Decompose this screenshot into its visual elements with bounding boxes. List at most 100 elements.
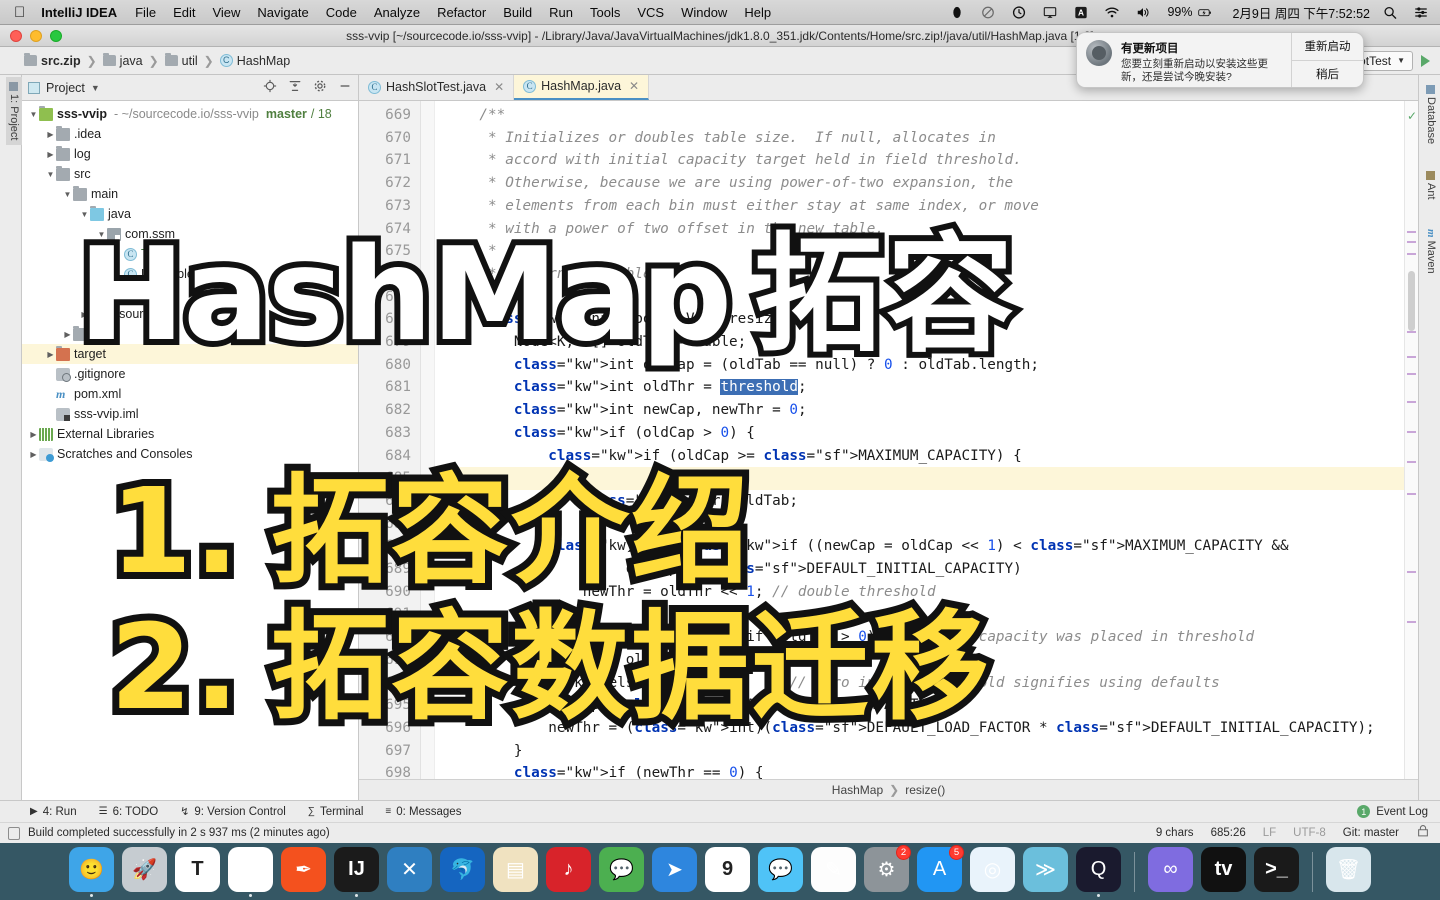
- editor-tab-hashslottest[interactable]: C HashSlotTest.java ✕: [359, 74, 515, 100]
- messages-icon[interactable]: 💬: [758, 846, 803, 892]
- sublime-text-icon[interactable]: ≫: [1023, 846, 1068, 892]
- project-panel-title[interactable]: Project: [46, 81, 85, 95]
- dock-item-system-preferences[interactable]: 2 ⚙: [864, 844, 911, 897]
- finder-icon[interactable]: 🙂: [69, 846, 114, 892]
- tree-item-scratches-and-consoles[interactable]: ▶ Scratches and Consoles: [22, 444, 358, 464]
- dock-item-terminal[interactable]: >_: [1254, 846, 1299, 897]
- tool-button-version-control[interactable]: ↯ 9: Version Control: [180, 805, 286, 819]
- editor-scrollbar-thumb[interactable]: [1408, 271, 1415, 331]
- quicktime-player-icon[interactable]: Q: [1076, 846, 1121, 892]
- system-update-notification[interactable]: 有更新项目 您要立刻重新启动以安装这些更新，还是尝试今晚安装? 重新启动 稍后: [1076, 32, 1364, 88]
- editor-breadcrumb-class[interactable]: HashMap: [832, 783, 883, 797]
- trash-icon[interactable]: 🗑: [1326, 846, 1371, 892]
- build-icon[interactable]: [8, 826, 20, 840]
- breadcrumb-item-srczip[interactable]: src.zip: [41, 54, 81, 68]
- close-icon[interactable]: ✕: [494, 80, 504, 94]
- status-vcs-branch[interactable]: Git: master: [1343, 827, 1399, 839]
- dock-item-wechat[interactable]: 💬: [599, 846, 644, 897]
- sidebar-item-database[interactable]: Database: [1423, 81, 1439, 148]
- chevron-right-icon[interactable]: ▶: [28, 430, 39, 439]
- navicat-icon[interactable]: 🐬: [440, 846, 485, 892]
- status-caret-position[interactable]: 685:26: [1211, 827, 1246, 839]
- airplay-icon[interactable]: [1043, 6, 1057, 19]
- tree-item-external-libraries[interactable]: ▶ External Libraries: [22, 424, 358, 444]
- menu-item-build[interactable]: Build: [503, 5, 532, 20]
- dock-item-finder[interactable]: 🙂: [69, 846, 114, 897]
- podcasts-icon[interactable]: ∞: [1148, 846, 1193, 892]
- menu-item-help[interactable]: Help: [744, 5, 771, 20]
- dock-item-podcasts[interactable]: ∞: [1148, 846, 1193, 897]
- event-log-button[interactable]: 1 Event Log: [1357, 805, 1440, 818]
- tool-button-messages[interactable]: ≡ 0: Messages: [385, 806, 461, 818]
- dock-item-apple-tv[interactable]: tv: [1201, 846, 1246, 897]
- tree-item-com-ssm[interactable]: ▼ com.ssm: [22, 224, 358, 244]
- chevron-down-icon[interactable]: ▼: [91, 83, 100, 93]
- run-icon[interactable]: [1421, 54, 1430, 67]
- tree-item-resources[interactable]: ▶ resources: [22, 304, 358, 324]
- code-folding-gutter[interactable]: [421, 101, 435, 779]
- breadcrumb-item-java[interactable]: java: [120, 54, 143, 68]
- maximize-window-button[interactable]: [50, 29, 62, 42]
- collapse-all-icon[interactable]: [288, 79, 302, 96]
- menu-item-window[interactable]: Window: [681, 5, 727, 20]
- dingtalk-icon[interactable]: ➤: [652, 846, 697, 892]
- chevron-right-icon[interactable]: ▶: [45, 130, 56, 139]
- menu-item-vcs[interactable]: VCS: [637, 5, 664, 20]
- dnd-icon[interactable]: [981, 6, 995, 19]
- tree-item-src[interactable]: ▼ src: [22, 164, 358, 184]
- source-code[interactable]: /** * Initializes or doubles table size.…: [435, 101, 1418, 779]
- tree-item-java-lang[interactable]: java.lang: [22, 284, 358, 304]
- close-icon[interactable]: ✕: [629, 79, 639, 93]
- tree-item-main[interactable]: ▼ main: [22, 184, 358, 204]
- tree-item-pom-xml[interactable]: m pom.xml: [22, 384, 358, 404]
- chevron-right-icon[interactable]: ▶: [62, 330, 73, 339]
- chevron-down-icon[interactable]: ▼: [96, 230, 107, 239]
- breadcrumb-item-util[interactable]: util: [182, 54, 198, 68]
- tree-item-target[interactable]: ▶ target: [22, 344, 358, 364]
- another-redis-desktop-icon[interactable]: ▤: [493, 846, 538, 892]
- editor-tab-hashmap[interactable]: C HashMap.java ✕: [514, 74, 650, 100]
- menu-item-refactor[interactable]: Refactor: [437, 5, 486, 20]
- menu-item-navigate[interactable]: Navigate: [257, 5, 308, 20]
- sidebar-item-maven[interactable]: m Maven: [1423, 225, 1439, 278]
- timemachine-icon[interactable]: [1012, 5, 1026, 19]
- tool-button-run[interactable]: ▶ 4: Run: [30, 806, 77, 818]
- code-text[interactable]: /** * Initializes or doubles table size.…: [435, 101, 1418, 779]
- netease-music-icon[interactable]: ♪: [546, 846, 591, 892]
- editor-marker-bar[interactable]: ✓: [1404, 101, 1418, 779]
- chevron-right-icon[interactable]: ▶: [45, 350, 56, 359]
- dock-item-quicktime-player[interactable]: Q: [1076, 846, 1121, 897]
- settings-icon[interactable]: [313, 79, 327, 96]
- menu-item-analyze[interactable]: Analyze: [374, 5, 420, 20]
- close-window-button[interactable]: [10, 29, 22, 42]
- wechat-icon[interactable]: 💬: [599, 846, 644, 892]
- dock-item-navicat[interactable]: 🐬: [440, 846, 485, 897]
- dock-item-trash[interactable]: 🗑: [1326, 846, 1371, 897]
- sidebar-item-project[interactable]: 1: Project: [6, 77, 22, 146]
- status-line-separator[interactable]: LF: [1263, 827, 1276, 839]
- chevron-down-icon[interactable]: ▼: [28, 110, 39, 119]
- dock-item-calendar[interactable]: 9: [705, 846, 750, 897]
- apple-icon[interactable]: : [14, 5, 25, 20]
- dock-item-typora[interactable]: T: [175, 846, 220, 897]
- status-encoding[interactable]: UTF-8: [1293, 827, 1326, 839]
- locate-icon[interactable]: [263, 79, 277, 96]
- calendar-icon[interactable]: 9: [705, 846, 750, 892]
- chevron-down-icon[interactable]: ▼: [45, 170, 56, 179]
- chevron-down-icon[interactable]: ▼: [79, 210, 90, 219]
- dock-item-netease-music[interactable]: ♪: [546, 846, 591, 897]
- opera-icon[interactable]: [950, 6, 964, 19]
- dock-item-messages[interactable]: 💬: [758, 846, 803, 897]
- dock-item-intellij-idea[interactable]: IJ: [334, 846, 379, 897]
- safari-icon[interactable]: ◎: [970, 846, 1015, 892]
- wifi-icon[interactable]: [1105, 6, 1119, 19]
- menu-item-view[interactable]: View: [212, 5, 240, 20]
- menu-item-file[interactable]: File: [135, 5, 156, 20]
- chevron-right-icon[interactable]: ▶: [45, 150, 56, 159]
- control-center-icon[interactable]: [1414, 6, 1428, 19]
- google-chrome-icon[interactable]: ◉: [228, 846, 273, 892]
- tree-item-linktable[interactable]: C LinkTable: [22, 264, 358, 284]
- tree-item-test[interactable]: ▶ test: [22, 324, 358, 344]
- tree-item-java[interactable]: ▼ java: [22, 204, 358, 224]
- dock-item-safari[interactable]: ◎: [970, 846, 1015, 897]
